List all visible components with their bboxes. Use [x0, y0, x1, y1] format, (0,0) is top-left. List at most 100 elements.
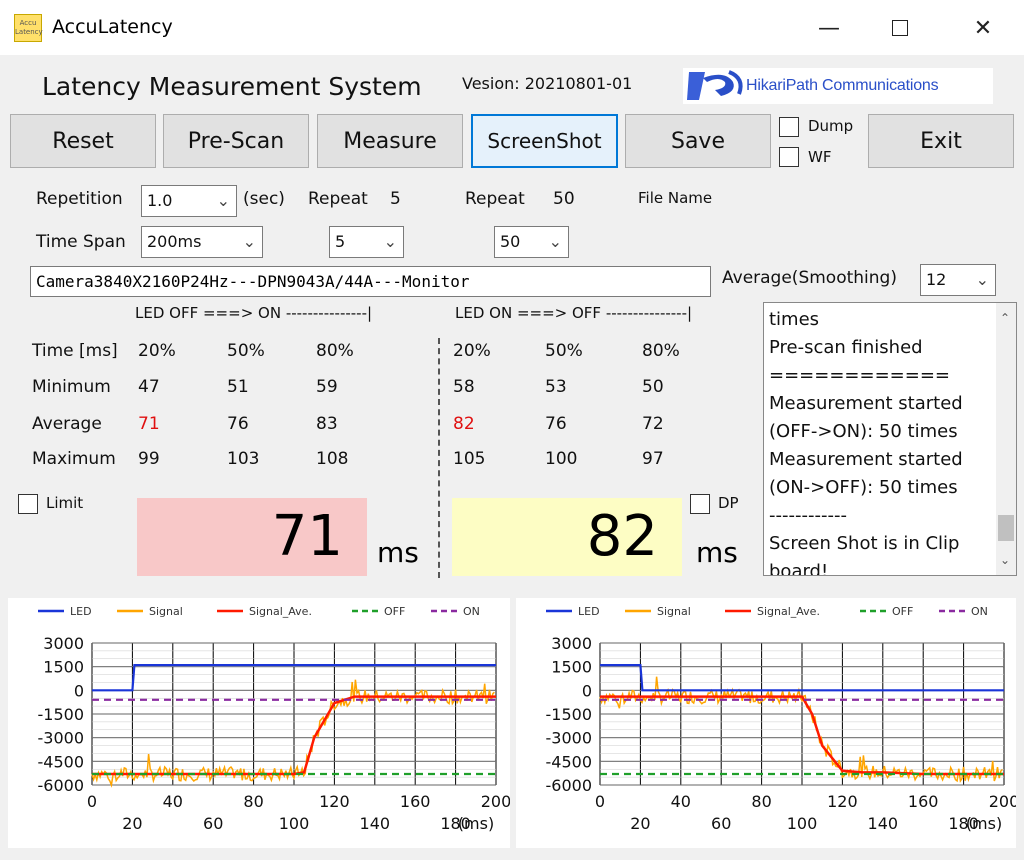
off-on-unit: ms — [377, 536, 419, 569]
x-tick-label: 160 — [400, 792, 431, 811]
on-off-cell: 82 — [453, 414, 475, 434]
repeat50-value: 50 — [553, 189, 575, 209]
y-tick-label: 0 — [582, 681, 592, 700]
off-on-cell: 20% — [138, 341, 176, 361]
x-tick-label: 20 — [630, 814, 650, 833]
scroll-down-icon[interactable]: ⌄ — [1000, 553, 1010, 567]
off-on-cell: 76 — [227, 414, 249, 434]
x-tick-label: 0 — [595, 792, 605, 811]
off-on-cell: 50% — [227, 341, 265, 361]
limit-checkbox[interactable] — [18, 494, 38, 514]
chart-off-on: LED Signal Signal_Ave. OFF ON 3000 1500 0 -1500 -… — [38, 605, 512, 833]
row-label-average: Average — [32, 414, 102, 434]
on-off-cell: 50% — [545, 341, 583, 361]
title-bar: Accu Latency AccuLatency — ✕ — [0, 0, 1024, 55]
legend-label: Signal — [657, 605, 691, 618]
on-off-cell: 97 — [642, 449, 664, 469]
exit-button[interactable]: Exit — [868, 114, 1014, 168]
filename-input[interactable]: Camera3840X2160P24Hz---DPN9043A/44A---Mo… — [30, 266, 711, 297]
x-tick-label: 80 — [243, 792, 263, 811]
repeat5-select[interactable]: 5 ⌄ — [329, 226, 404, 258]
screenshot-button[interactable]: ScreenShot — [471, 114, 618, 168]
repeat5-label: Repeat — [308, 189, 368, 209]
chevron-down-icon: ⌄ — [548, 232, 562, 251]
wf-label: WF — [808, 148, 832, 166]
y-tick-label: -3000 — [38, 729, 85, 748]
reset-button[interactable]: Reset — [10, 114, 156, 168]
x-tick-label: 200 — [989, 792, 1016, 811]
on-off-cell: 58 — [453, 377, 475, 397]
legend-label: LED — [578, 605, 600, 618]
x-tick-label: 0 — [87, 792, 97, 811]
repeat50-select[interactable]: 50 ⌄ — [494, 226, 569, 258]
window-title: AccuLatency — [52, 16, 173, 38]
on-off-cell: 105 — [453, 449, 486, 469]
x-tick-label: 160 — [908, 792, 939, 811]
version-label: Vesion: 20210801-01 — [462, 74, 633, 93]
logo-text: HikariPath Communications — [746, 77, 939, 94]
app-logo-icon: Accu Latency — [14, 14, 43, 42]
on-off-cell: 50 — [642, 377, 664, 397]
on-off-average-display: 82 — [452, 498, 682, 576]
off-on-cell: 51 — [227, 377, 249, 397]
off-on-cell: 59 — [316, 377, 338, 397]
log-line: Measurement started — [769, 449, 963, 470]
x-tick-label: 140 — [868, 814, 899, 833]
legend-label: Signal_Ave. — [249, 605, 312, 618]
minimize-icon[interactable]: — — [806, 10, 852, 46]
repetition-select[interactable]: 1.0 ⌄ — [141, 185, 237, 217]
log-line: (OFF->ON): 50 times — [769, 421, 958, 442]
log-scrollbar[interactable]: ⌃ ⌄ — [996, 303, 1016, 575]
dp-label: DP — [718, 494, 739, 512]
x-tick-label: 100 — [787, 814, 818, 833]
prescan-button[interactable]: Pre-Scan — [163, 114, 309, 168]
off-on-cell: 103 — [227, 449, 260, 469]
x-tick-label: 20 — [122, 814, 142, 833]
chevron-down-icon: ⌄ — [383, 232, 397, 251]
chart-on-off: LED Signal Signal_Ave. OFF ON 3000 1500 0 -1500 -… — [546, 605, 1020, 833]
on-off-cell: 53 — [545, 377, 567, 397]
y-tick-label: 1500 — [551, 658, 592, 677]
legend-label: ON — [971, 605, 988, 618]
dp-checkbox[interactable] — [690, 494, 710, 514]
legend-label: LED — [70, 605, 92, 618]
repeat50-label: Repeat — [465, 189, 525, 209]
close-icon[interactable]: ✕ — [960, 10, 1006, 46]
scroll-thumb[interactable] — [998, 515, 1014, 541]
off-on-group-header: LED OFF ===> ON ---------------| — [135, 304, 373, 322]
scroll-up-icon[interactable]: ⌃ — [1000, 311, 1010, 325]
x-tick-label: 120 — [319, 792, 350, 811]
company-logo: HikariPath Communications — [683, 68, 993, 104]
on-off-cell: 72 — [642, 414, 664, 434]
average-smoothing-select[interactable]: 12 ⌄ — [920, 264, 996, 296]
wf-checkbox[interactable] — [779, 147, 799, 167]
x-tick-label: 40 — [163, 792, 183, 811]
x-tick-label: 60 — [711, 814, 731, 833]
maximize-icon[interactable] — [877, 10, 923, 46]
filename-label: File Name — [638, 189, 713, 207]
legend-label: OFF — [384, 605, 405, 618]
dump-label: Dump — [808, 117, 854, 135]
off-on-cell: 71 — [138, 414, 160, 434]
log-line: Measurement started — [769, 393, 963, 414]
log-line: Pre-scan finished — [769, 337, 923, 358]
log-line: Screen Shot is in Clip — [769, 533, 960, 554]
chevron-down-icon: ⌄ — [975, 270, 989, 289]
log-line: board! — [769, 561, 829, 576]
x-unit-label: (ms) — [458, 814, 494, 833]
on-off-unit: ms — [696, 536, 738, 569]
y-tick-label: 3000 — [551, 634, 592, 653]
dump-checkbox[interactable] — [779, 117, 799, 137]
hikaripath-logo-icon — [687, 70, 743, 100]
chart-on-off-panel: LED Signal Signal_Ave. OFF ON 3000 1500 0 -1500 -… — [516, 598, 1020, 848]
chevron-down-icon: ⌄ — [216, 191, 230, 210]
x-tick-label: 120 — [827, 792, 858, 811]
y-tick-label: -6000 — [38, 776, 85, 795]
timespan-select[interactable]: 200ms ⌄ — [141, 226, 263, 258]
x-tick-label: 40 — [671, 792, 691, 811]
x-unit-label: (ms) — [966, 814, 1002, 833]
log-textarea[interactable]: times Pre-scan finished ============ Mea… — [763, 302, 1017, 576]
measure-button[interactable]: Measure — [317, 114, 463, 168]
y-tick-label: 3000 — [43, 634, 84, 653]
save-button[interactable]: Save — [625, 114, 771, 168]
